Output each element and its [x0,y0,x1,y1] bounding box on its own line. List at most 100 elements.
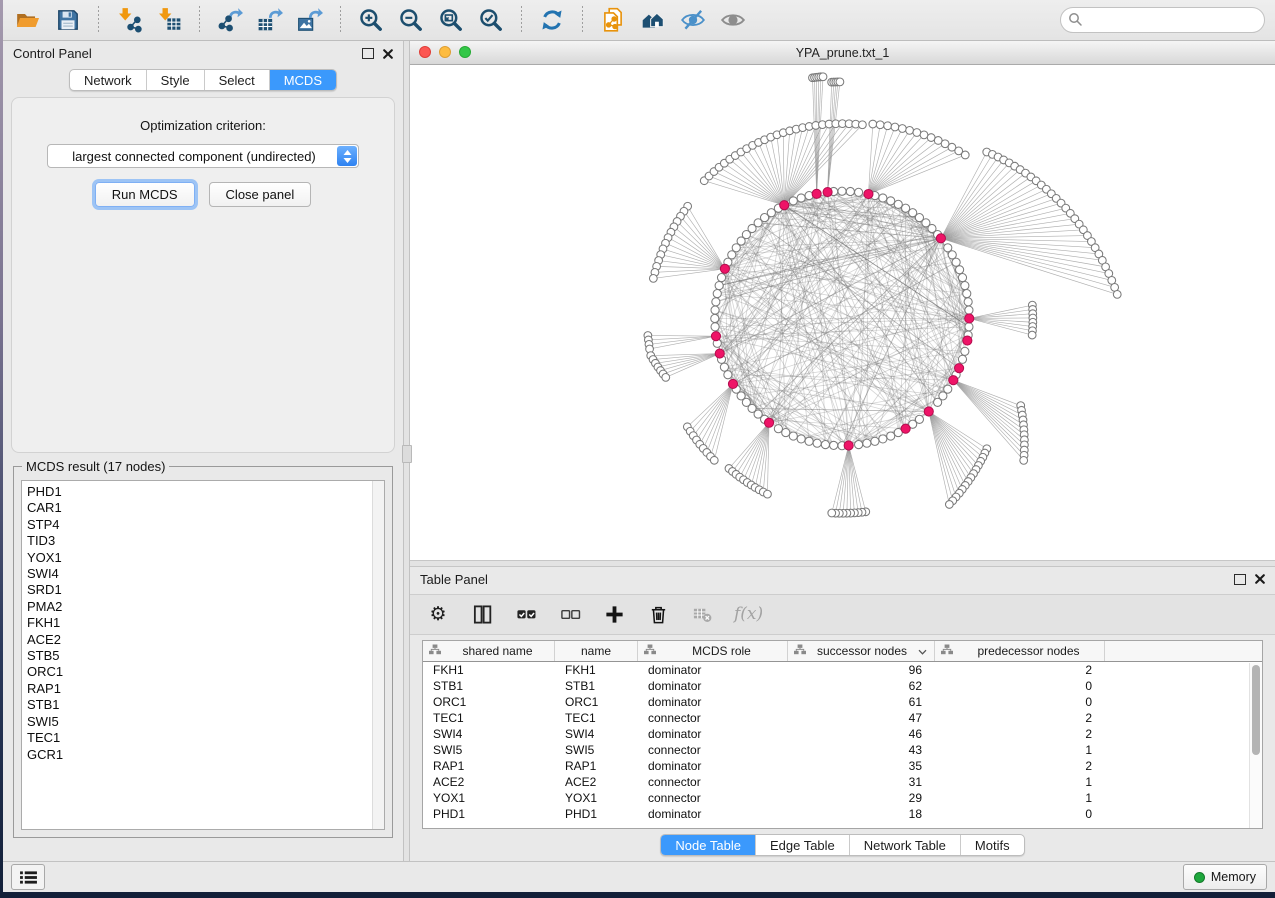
splitter-grip[interactable] [402,445,412,463]
save-icon[interactable] [53,5,83,35]
mcds-result-item[interactable]: STP4 [27,517,384,533]
deselect-all-icon[interactable] [558,602,582,626]
column-header-shared-name[interactable]: shared name [423,641,555,661]
window-minimize-icon[interactable] [439,46,451,58]
show-graphics-details-icon[interactable] [718,5,748,35]
tab-style[interactable]: Style [147,70,205,90]
close-table-panel-icon[interactable] [1255,574,1265,584]
table-cell: 35 [788,758,935,774]
table-tab-node-table[interactable]: Node Table [661,835,756,855]
column-header-predecessor-nodes[interactable]: predecessor nodes [935,641,1105,661]
mcds-result-item[interactable]: TID3 [27,533,384,549]
refresh-icon[interactable] [537,5,567,35]
mcds-result-list[interactable]: PHD1CAR1STP4TID3YOX1SWI4SRD1PMA2FKH1ACE2… [21,480,385,830]
search-input[interactable] [1060,7,1265,33]
column-header-successor-nodes[interactable]: successor nodes [788,641,935,661]
table-row[interactable]: SWI5SWI5connector431 [423,742,1262,758]
window-close-icon[interactable] [419,46,431,58]
mcds-result-item[interactable]: SWI4 [27,566,384,582]
table-row[interactable]: STB1STB1dominator620 [423,678,1262,694]
table-tab-edge-table[interactable]: Edge Table [756,835,850,855]
table-cell: connector [638,742,788,758]
zoom-in-icon[interactable] [356,5,386,35]
mcds-result-item[interactable]: YOX1 [27,550,384,566]
import-network-icon[interactable] [114,5,144,35]
zoom-out-icon[interactable] [396,5,426,35]
split-columns-icon[interactable] [470,602,494,626]
tab-select[interactable]: Select [205,70,270,90]
zoom-fit-icon[interactable] [436,5,466,35]
hide-graphics-details-icon[interactable] [678,5,708,35]
table-row[interactable]: SWI4SWI4dominator462 [423,726,1262,742]
tab-network[interactable]: Network [70,70,147,90]
mcds-result-item[interactable]: RAP1 [27,681,384,697]
table-row[interactable]: ACE2ACE2connector311 [423,774,1262,790]
network-window-titlebar[interactable]: YPA_prune.txt_1 [410,41,1275,65]
column-header-mcds-role[interactable]: MCDS role [638,641,788,661]
open-file-icon[interactable] [13,5,43,35]
select-all-icon[interactable] [514,602,538,626]
clone-network-icon[interactable] [598,5,628,35]
network-overview-icon[interactable] [638,5,668,35]
table-tab-motifs[interactable]: Motifs [961,835,1024,855]
memory-button[interactable]: Memory [1183,864,1267,890]
network-view[interactable] [410,65,1275,560]
mcds-result-item[interactable]: STB5 [27,648,384,664]
mcds-list-scrollbar[interactable] [372,481,384,829]
mcds-result-item[interactable]: ORC1 [27,664,384,680]
export-image-icon[interactable] [295,5,325,35]
table-row[interactable]: RAP1RAP1dominator352 [423,758,1262,774]
run-mcds-button[interactable]: Run MCDS [95,182,195,207]
table-cell: SWI4 [555,726,638,742]
table-cell: connector [638,710,788,726]
task-history-button[interactable] [11,864,45,890]
table-cell: 62 [788,678,935,694]
settings-gear-icon[interactable]: ⚙ [426,602,450,626]
table-cell-filler [1105,694,1262,710]
window-zoom-icon[interactable] [459,46,471,58]
mcds-result-item[interactable]: CAR1 [27,500,384,516]
mcds-result-item[interactable]: GCR1 [27,747,384,763]
mcds-result-item[interactable]: SRD1 [27,582,384,598]
float-table-panel-icon[interactable] [1234,574,1246,585]
add-column-icon[interactable] [602,602,626,626]
table-cell: FKH1 [555,662,638,678]
tab-mcds[interactable]: MCDS [270,70,336,90]
table-row[interactable]: ORC1ORC1dominator610 [423,694,1262,710]
optimization-criterion-select[interactable]: largest connected component (undirected) [47,144,359,168]
main-toolbar [3,0,1275,41]
table-scrollbar-thumb[interactable] [1252,665,1260,755]
close-panel-icon[interactable] [383,49,393,59]
table-cell: 1 [935,742,1105,758]
network-canvas[interactable] [410,65,1275,560]
table-row[interactable]: FKH1FKH1dominator962 [423,662,1262,678]
mcds-result-item[interactable]: TEC1 [27,730,384,746]
delete-column-icon[interactable] [646,602,670,626]
table-cell: 0 [935,694,1105,710]
mcds-result-item[interactable]: STB1 [27,697,384,713]
zoom-selected-icon[interactable] [476,5,506,35]
network-panel: YPA_prune.txt_1 [410,41,1275,560]
mcds-result-item[interactable]: PHD1 [27,484,384,500]
vertical-splitter[interactable] [403,41,410,861]
export-network-icon[interactable] [215,5,245,35]
mcds-result-item[interactable]: FKH1 [27,615,384,631]
table-row[interactable]: TEC1TEC1connector472 [423,710,1262,726]
table-scrollbar[interactable] [1249,663,1262,828]
export-table-icon[interactable] [255,5,285,35]
mcds-result-item[interactable]: PMA2 [27,599,384,615]
mcds-result-item[interactable]: SWI5 [27,714,384,730]
table-row[interactable]: PHD1PHD1dominator180 [423,806,1262,822]
table-cell-filler [1105,678,1262,694]
float-panel-icon[interactable] [362,48,374,59]
import-table-icon[interactable] [154,5,184,35]
memory-label: Memory [1211,870,1256,884]
column-header-name[interactable]: name [555,641,638,661]
table-cell: YOX1 [423,790,555,806]
column-type-icon [794,642,806,660]
mcds-result-item[interactable]: ACE2 [27,632,384,648]
table-row[interactable]: YOX1YOX1connector291 [423,790,1262,806]
horizontal-splitter[interactable] [410,560,1275,567]
table-tab-network-table[interactable]: Network Table [850,835,961,855]
close-panel-button[interactable]: Close panel [209,182,312,207]
